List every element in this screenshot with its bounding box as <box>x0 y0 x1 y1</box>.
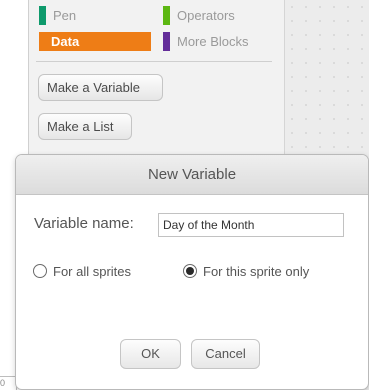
category-more-blocks-label: More Blocks <box>177 34 249 49</box>
variable-name-input[interactable] <box>158 213 344 237</box>
new-variable-dialog: New Variable Variable name: For all spri… <box>15 154 369 390</box>
ok-button[interactable]: OK <box>120 339 181 369</box>
more-blocks-color-swatch <box>163 32 170 51</box>
radio-for-this-sprite-only-label: For this sprite only <box>203 264 310 279</box>
palette-divider <box>36 61 272 62</box>
category-more-blocks[interactable]: More Blocks <box>163 32 275 51</box>
operators-color-swatch <box>163 6 170 25</box>
make-a-variable-button[interactable]: Make a Variable <box>38 74 163 101</box>
category-operators[interactable]: Operators <box>163 6 275 25</box>
pen-color-swatch <box>39 6 46 25</box>
radio-checked-icon[interactable] <box>183 264 197 278</box>
make-a-list-button[interactable]: Make a List <box>38 113 132 140</box>
category-data[interactable]: Data <box>39 32 151 51</box>
category-pen-label: Pen <box>53 8 77 23</box>
cancel-button[interactable]: Cancel <box>191 339 260 369</box>
category-pen[interactable]: Pen <box>39 6 151 25</box>
variable-name-label: Variable name: <box>34 215 134 232</box>
dialog-title[interactable]: New Variable <box>16 155 368 195</box>
category-data-label: Data <box>51 34 80 49</box>
category-operators-label: Operators <box>177 8 235 23</box>
radio-for-all-sprites-label: For all sprites <box>53 264 132 279</box>
radio-unchecked-icon[interactable] <box>33 264 47 278</box>
